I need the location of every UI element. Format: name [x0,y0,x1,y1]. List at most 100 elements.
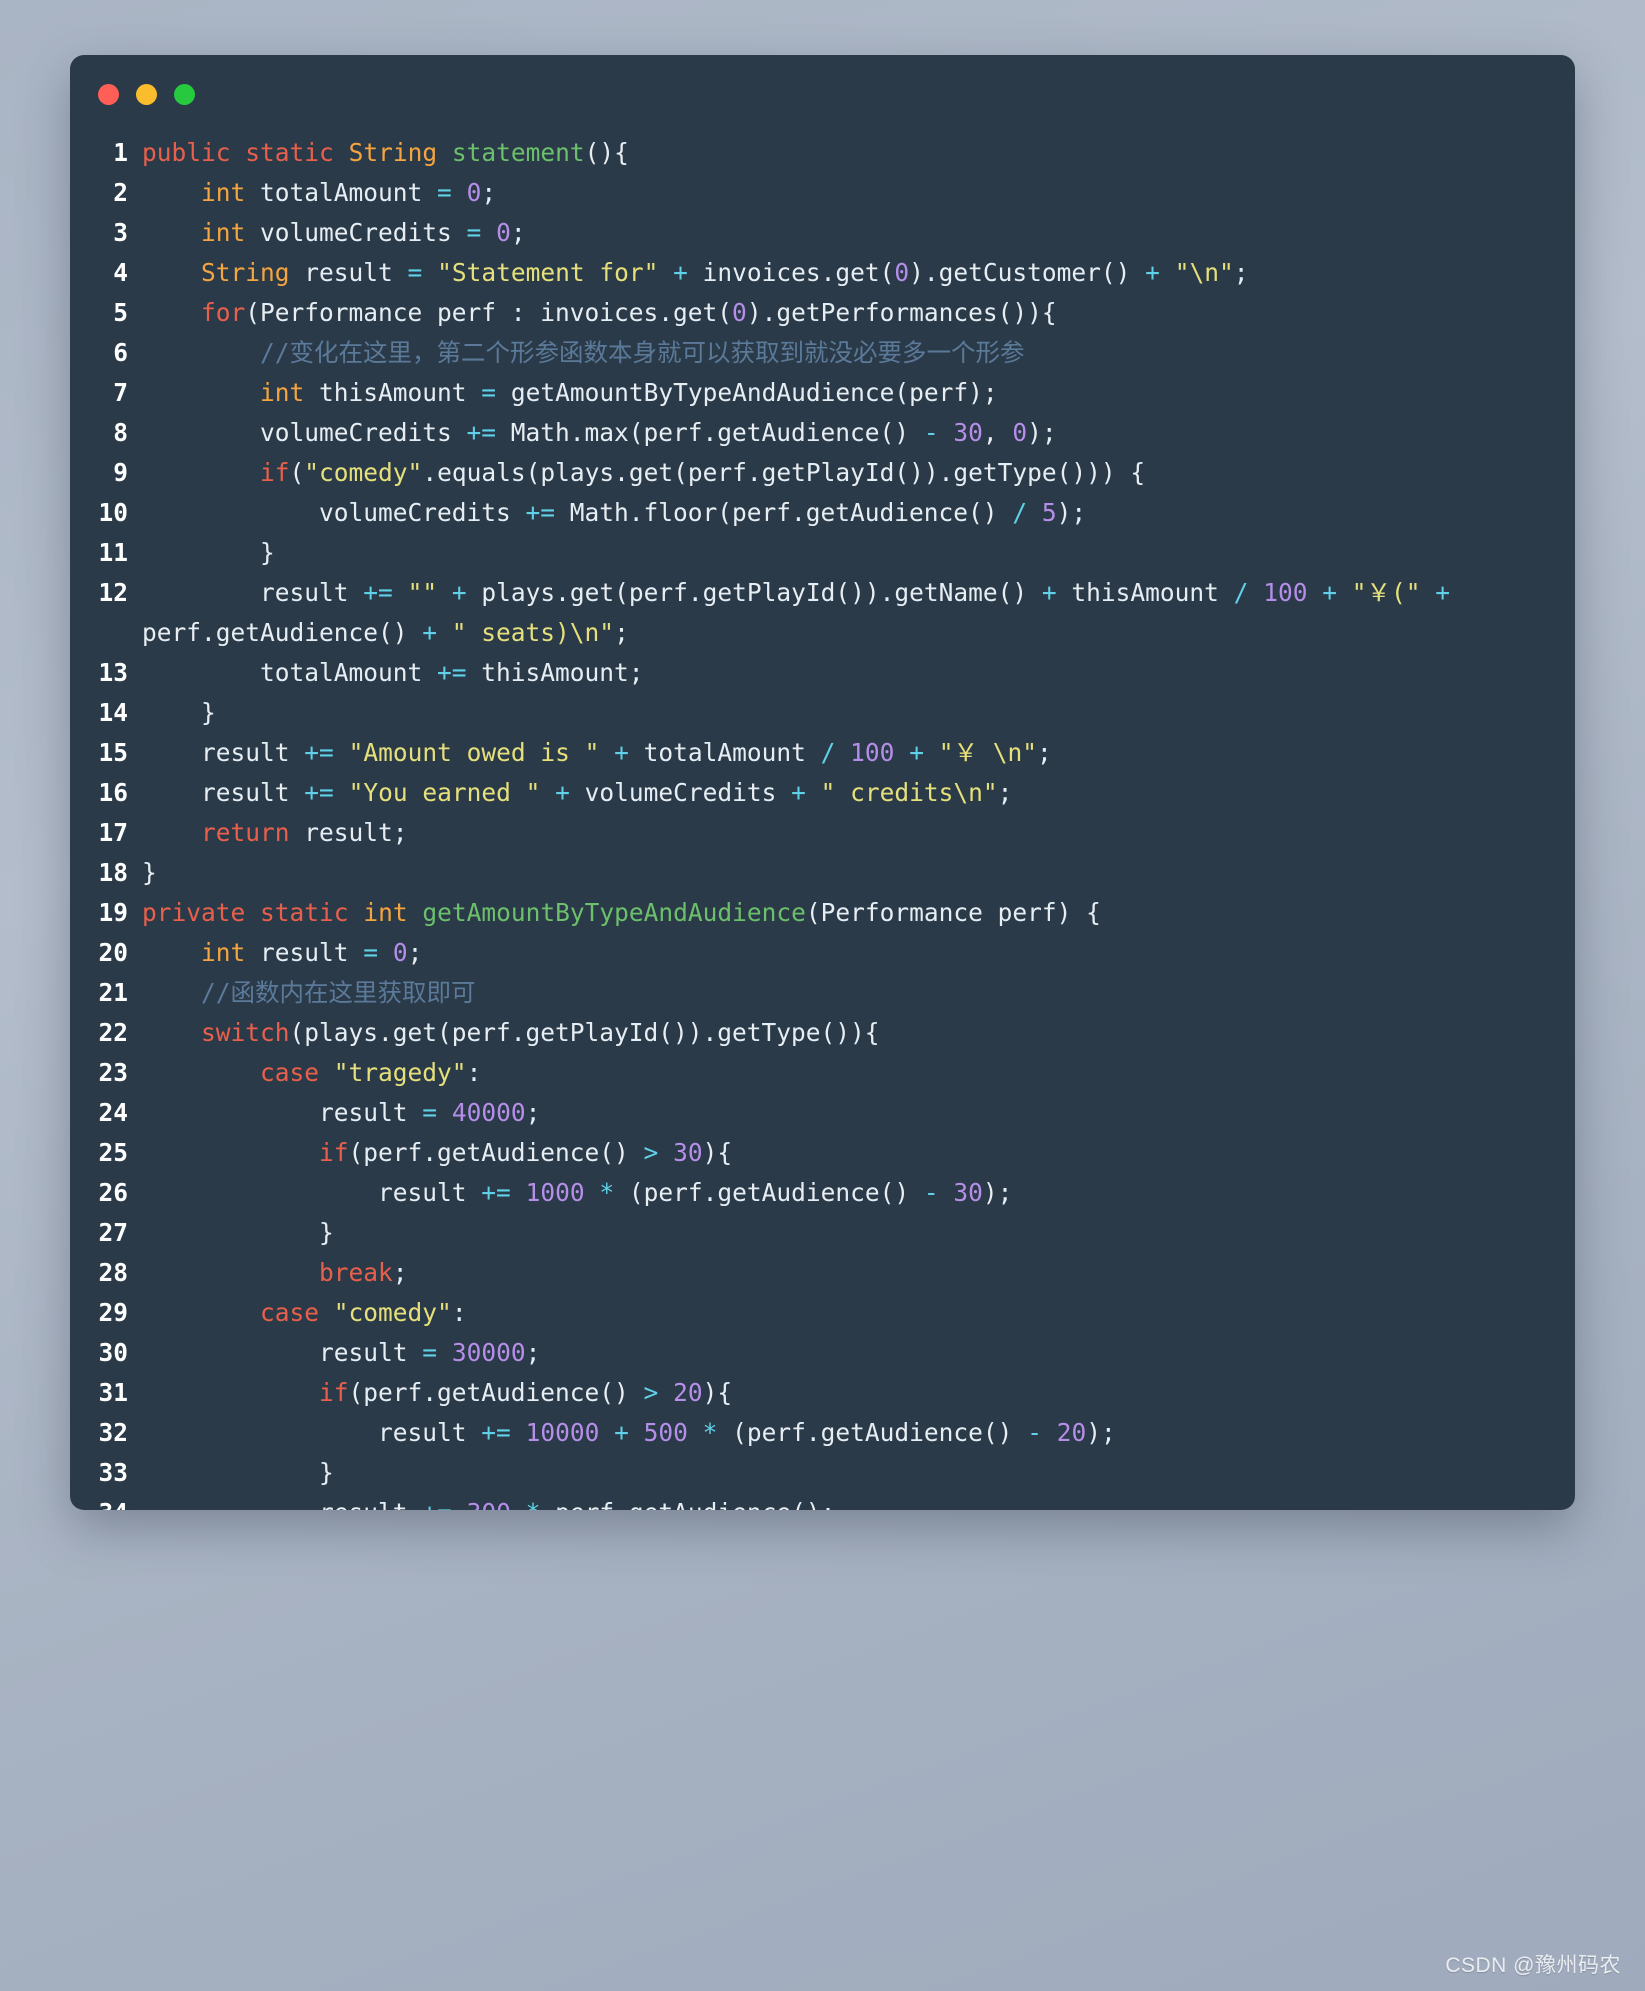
code-window: 1 public static String statement(){2 int … [70,55,1575,1510]
line-number: 33 [98,1458,128,1487]
code-token-pl: thisAmount; [466,658,644,687]
line-content: switch(plays.get(perf.getPlayId()).getTy… [142,1013,1575,1053]
line-number: 20 [98,938,128,967]
code-token-fn: statement [451,138,585,167]
line-number: 4 [113,258,128,287]
code-token-op: += [466,418,497,447]
code-line: 6 //变化在这里，第二个形参函数本身就可以获取到就没必要多一个形参 [70,333,1575,373]
code-line: 26 result += 1000 * (perf.getAudience() … [70,1173,1575,1213]
code-token-pl: ; [525,1098,541,1127]
line-content: totalAmount += thisAmount; [142,653,1575,693]
code-token-op: += [422,1498,452,1510]
code-line: 27 } [70,1213,1575,1253]
code-token-op: = [407,258,423,287]
code-token-pl: result; [289,818,408,847]
code-token-str: "Statement for" [437,258,659,287]
code-token-pl: ).getPerformances()){ [746,298,1057,327]
code-token-typ: String [348,138,438,167]
code-token-pl: Math.max(perf.getAudience() [496,418,924,447]
code-token-kw: break [319,1258,393,1287]
code-token-op: + [614,738,629,767]
code-token-op: / [1233,578,1249,607]
code-line: 16 result += "You earned " + volumeCredi… [70,773,1575,813]
code-token-str: "\n" [1174,258,1234,287]
code-token-op: += [437,658,467,687]
code-token-pl: getAmountByTypeAndAudience(perf); [496,378,998,407]
code-token-op: + [791,778,806,807]
code-token-pl: ; [1233,258,1249,287]
code-line: 13 totalAmount += thisAmount; [70,653,1575,693]
line-content: public static String statement(){ [142,133,1575,173]
code-token-pl: ){ [702,1138,733,1167]
code-token-num: 5 [1041,498,1057,527]
code-token-kw: case [260,1058,320,1087]
maximize-icon[interactable] [174,83,195,105]
code-token-op: - [923,1178,939,1207]
code-line: 24 result = 40000; [70,1093,1575,1133]
code-token-pl: ); [1027,418,1057,447]
code-token-pl: ){ [702,1378,733,1407]
code-token-op: * [526,1498,541,1510]
code-token-cmt: //函数内在这里获取即可 [201,978,476,1007]
code-token-str: "You earned " [348,778,541,807]
close-icon[interactable] [98,83,119,105]
code-token-pl: ; [481,178,497,207]
code-token-pl: (Performance perf) { [805,898,1101,927]
code-token-pl: result [142,778,305,807]
code-line: 3 int volumeCredits = 0; [70,213,1575,253]
code-token-op: + [1435,578,1451,607]
code-token-num: 0 [894,258,910,287]
line-number: 26 [98,1178,128,1207]
line-number: 18 [98,858,128,887]
code-line: 12 result += "" + plays.get(perf.getPlay… [70,573,1575,653]
line-number: 2 [113,178,128,207]
code-token-pl: (perf.getAudience() [348,1138,644,1167]
code-token-pl: result [289,258,408,287]
code-line: 30 result = 30000; [70,1333,1575,1373]
line-number: 34 [70,1493,142,1510]
code-token-num: 500 [643,1418,688,1447]
line-content: result += "Amount owed is " + totalAmoun… [142,733,1575,773]
code-block[interactable]: 1 public static String statement(){2 int … [70,133,1575,1510]
code-token-op: = [422,1098,438,1127]
code-line: 28 break; [70,1253,1575,1293]
code-token-pl: volumeCredits [142,418,467,447]
minimize-icon[interactable] [136,83,157,105]
code-token-pl: volumeCredits [142,498,526,527]
line-content: case "comedy": [142,1293,1575,1333]
code-token-op: += [304,778,334,807]
code-token-pl: ( [289,458,305,487]
code-token-op: > [643,1378,659,1407]
code-token-pl: (perf.getAudience() [614,1178,924,1207]
code-token-str: "comedy" [304,458,423,487]
code-line: 7 int thisAmount = getAmountByTypeAndAud… [70,373,1575,413]
code-token-num: 1000 [525,1178,585,1207]
line-content: if(perf.getAudience() > 30){ [142,1133,1575,1173]
code-token-typ: int [260,378,305,407]
code-token-op: = [437,178,452,207]
code-token-pl: ; [407,938,423,967]
line-number: 27 [98,1218,128,1247]
code-token-op: += [304,738,334,767]
line-content: int thisAmount = getAmountByTypeAndAudie… [142,373,1575,413]
code-token-pl: volumeCredits [569,778,792,807]
code-line: 20 int result = 0; [70,933,1575,973]
code-line: 11 } [70,533,1575,573]
code-token-pl: } [142,538,275,567]
